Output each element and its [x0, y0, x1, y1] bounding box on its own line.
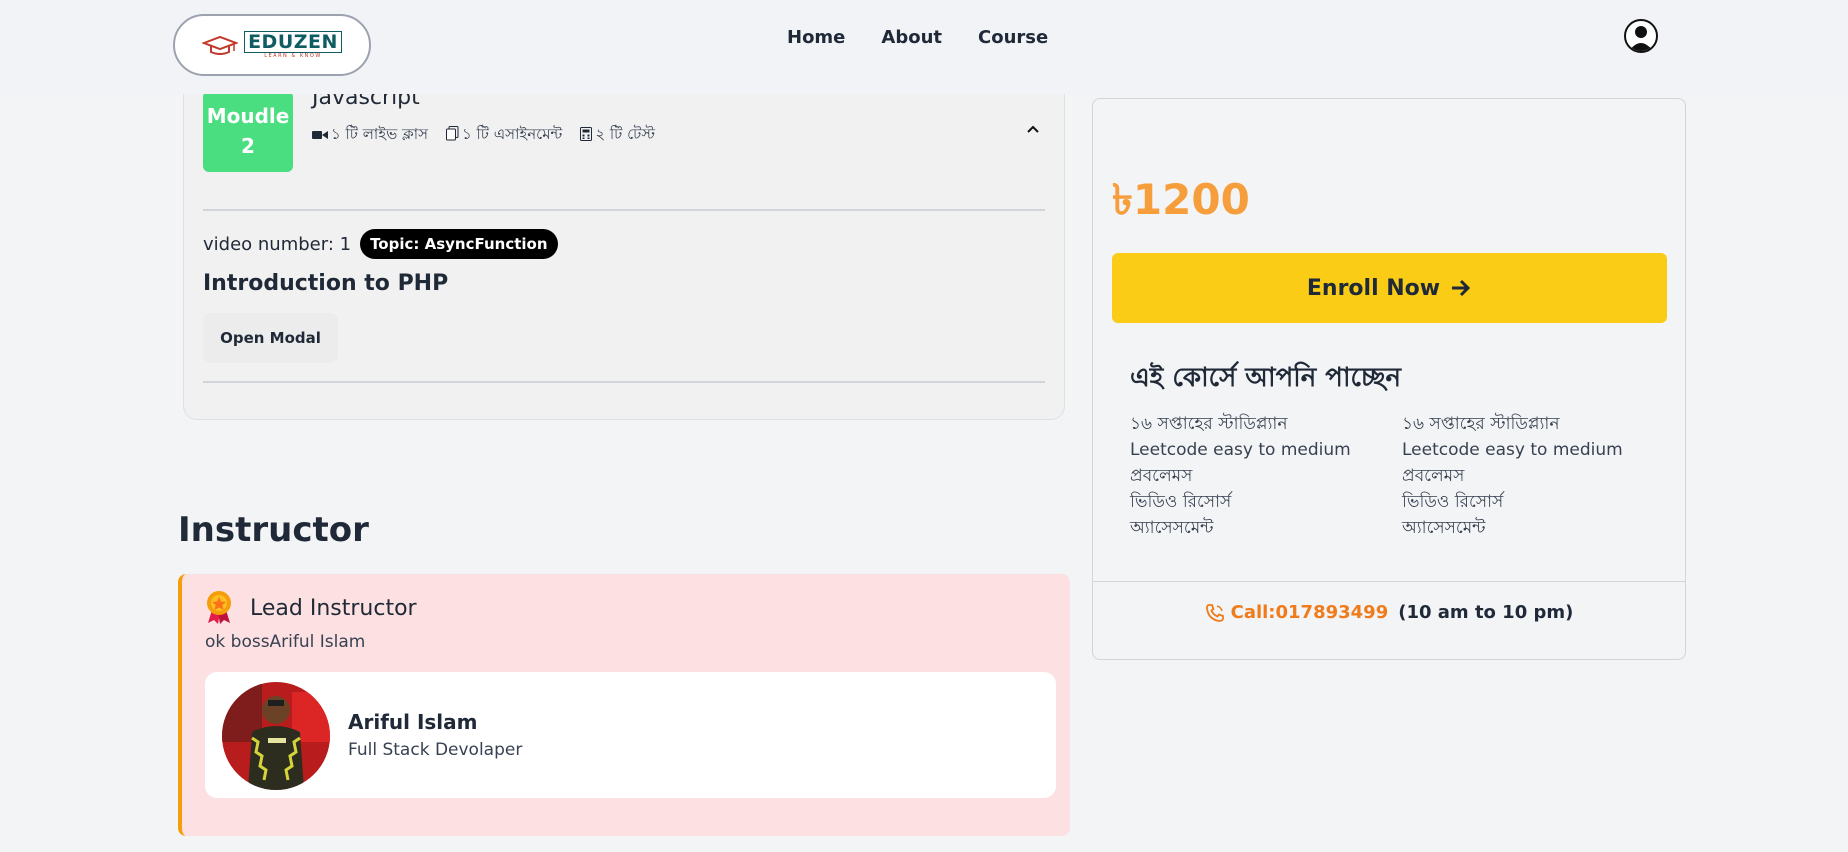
- module-badge: Moudle 2: [203, 91, 293, 172]
- logo[interactable]: EDUZEN LEARN & KNOW: [173, 14, 371, 76]
- benefits-title: এই কোর্সে আপনি পাচ্ছেন: [1130, 363, 1402, 393]
- topic-badge: Topic: AsyncFunction: [360, 229, 558, 259]
- calculator-icon: [580, 126, 593, 145]
- logo-word: EDUZEN: [244, 30, 342, 53]
- chevron-up-icon[interactable]: [1026, 119, 1040, 138]
- module-card: Moudle 2 Javascript ১ টি লাইভ ক্লাস ১ টি…: [183, 60, 1065, 420]
- meta-assignment-text: ১ টি এসাইনমেন্ট: [462, 125, 563, 143]
- benefit-item: Leetcode easy to medium প্রবলেমস: [1402, 440, 1623, 486]
- benefits-list: ১৬ সপ্তাহের স্টাডিপ্ল্যান Leetcode easy …: [1130, 411, 1654, 541]
- benefit-item: ভিডিও রিসোর্স: [1130, 492, 1232, 512]
- copy-icon: [446, 126, 459, 145]
- meta-test: ২ টি টেস্ট: [580, 123, 655, 148]
- benefit-item: ১৬ সপ্তাহের স্টাডিপ্ল্যান: [1130, 414, 1288, 434]
- benefit-item: ১৬ সপ্তাহের স্টাডিপ্ল্যান: [1402, 414, 1560, 434]
- lead-instructor-box: Lead Instructor ok bossAriful Islam Arif…: [178, 574, 1070, 836]
- instructor-name: Ariful Islam: [348, 710, 478, 734]
- module-meta: ১ টি লাইভ ক্লাস ১ টি এসাইনমেন্ট ২ টি টেস…: [312, 123, 655, 148]
- benefit-item: ভিডিও রিসোর্স: [1402, 492, 1504, 512]
- lesson-title: Introduction to PHP: [203, 271, 449, 296]
- nav-about[interactable]: About: [881, 27, 942, 48]
- lead-instructor-desc: ok bossAriful Islam: [205, 632, 366, 652]
- user-avatar-icon[interactable]: [1624, 19, 1658, 53]
- course-price: ৳1200: [1112, 175, 1250, 224]
- instructor-role: Full Stack Devolaper: [348, 740, 523, 760]
- call-line[interactable]: Call:017893499 (10 am to 10 pm): [1093, 602, 1685, 623]
- nav-home[interactable]: Home: [787, 27, 845, 48]
- call-hours: (10 am to 10 pm): [1398, 602, 1574, 623]
- lead-instructor-title: Lead Instructor: [250, 596, 417, 621]
- logo-text: EDUZEN LEARN & KNOW: [244, 30, 342, 60]
- benefit-item: অ্যাসেসমেন্ট: [1402, 518, 1486, 538]
- call-number[interactable]: Call:017893499: [1231, 602, 1389, 623]
- arrow-right-icon: [1452, 279, 1471, 297]
- video-icon: [312, 127, 328, 145]
- meta-test-text: ২ টি টেস্ট: [595, 125, 655, 143]
- medal-icon: [207, 591, 231, 624]
- module-badge-label: Moudle: [206, 104, 290, 128]
- module-badge-number: 2: [241, 134, 255, 158]
- open-modal-button[interactable]: Open Modal: [203, 313, 338, 363]
- video-number: video number: 1: [203, 233, 352, 255]
- benefit-item: Leetcode easy to medium প্রবলেমস: [1130, 440, 1351, 486]
- module-divider-bottom: [203, 381, 1045, 383]
- benefits-col-right: ১৬ সপ্তাহের স্টাডিপ্ল্যান Leetcode easy …: [1402, 411, 1654, 541]
- meta-live-class: ১ টি লাইভ ক্লাস: [312, 123, 428, 148]
- instructor-card: Ariful Islam Full Stack Devolaper: [205, 672, 1056, 798]
- logo-tagline: LEARN & KNOW: [264, 52, 322, 59]
- site-header: EDUZEN LEARN & KNOW Home About Course: [0, 0, 1848, 94]
- instructor-photo: [222, 682, 330, 790]
- nav-course[interactable]: Course: [978, 27, 1048, 48]
- main-nav: Home About Course: [787, 27, 1048, 48]
- enroll-now-button[interactable]: Enroll Now: [1112, 253, 1667, 323]
- module-divider-top: [203, 209, 1045, 211]
- meta-live-class-text: ১ টি লাইভ ক্লাস: [331, 125, 429, 143]
- meta-assignment: ১ টি এসাইনমেন্ট: [446, 123, 562, 148]
- enroll-label: Enroll Now: [1306, 275, 1441, 301]
- phone-icon: [1205, 603, 1224, 622]
- purchase-card: ৳1200 Enroll Now এই কোর্সে আপনি পাচ্ছেন …: [1092, 98, 1686, 660]
- card-divider: [1093, 581, 1685, 582]
- benefit-item: অ্যাসেসমেন্ট: [1130, 518, 1214, 538]
- video-line: video number: 1 Topic: AsyncFunction: [203, 229, 558, 259]
- graduation-cap-icon: [202, 35, 239, 55]
- benefits-col-left: ১৬ সপ্তাহের স্টাডিপ্ল্যান Leetcode easy …: [1130, 411, 1382, 541]
- instructor-heading: Instructor: [178, 510, 369, 550]
